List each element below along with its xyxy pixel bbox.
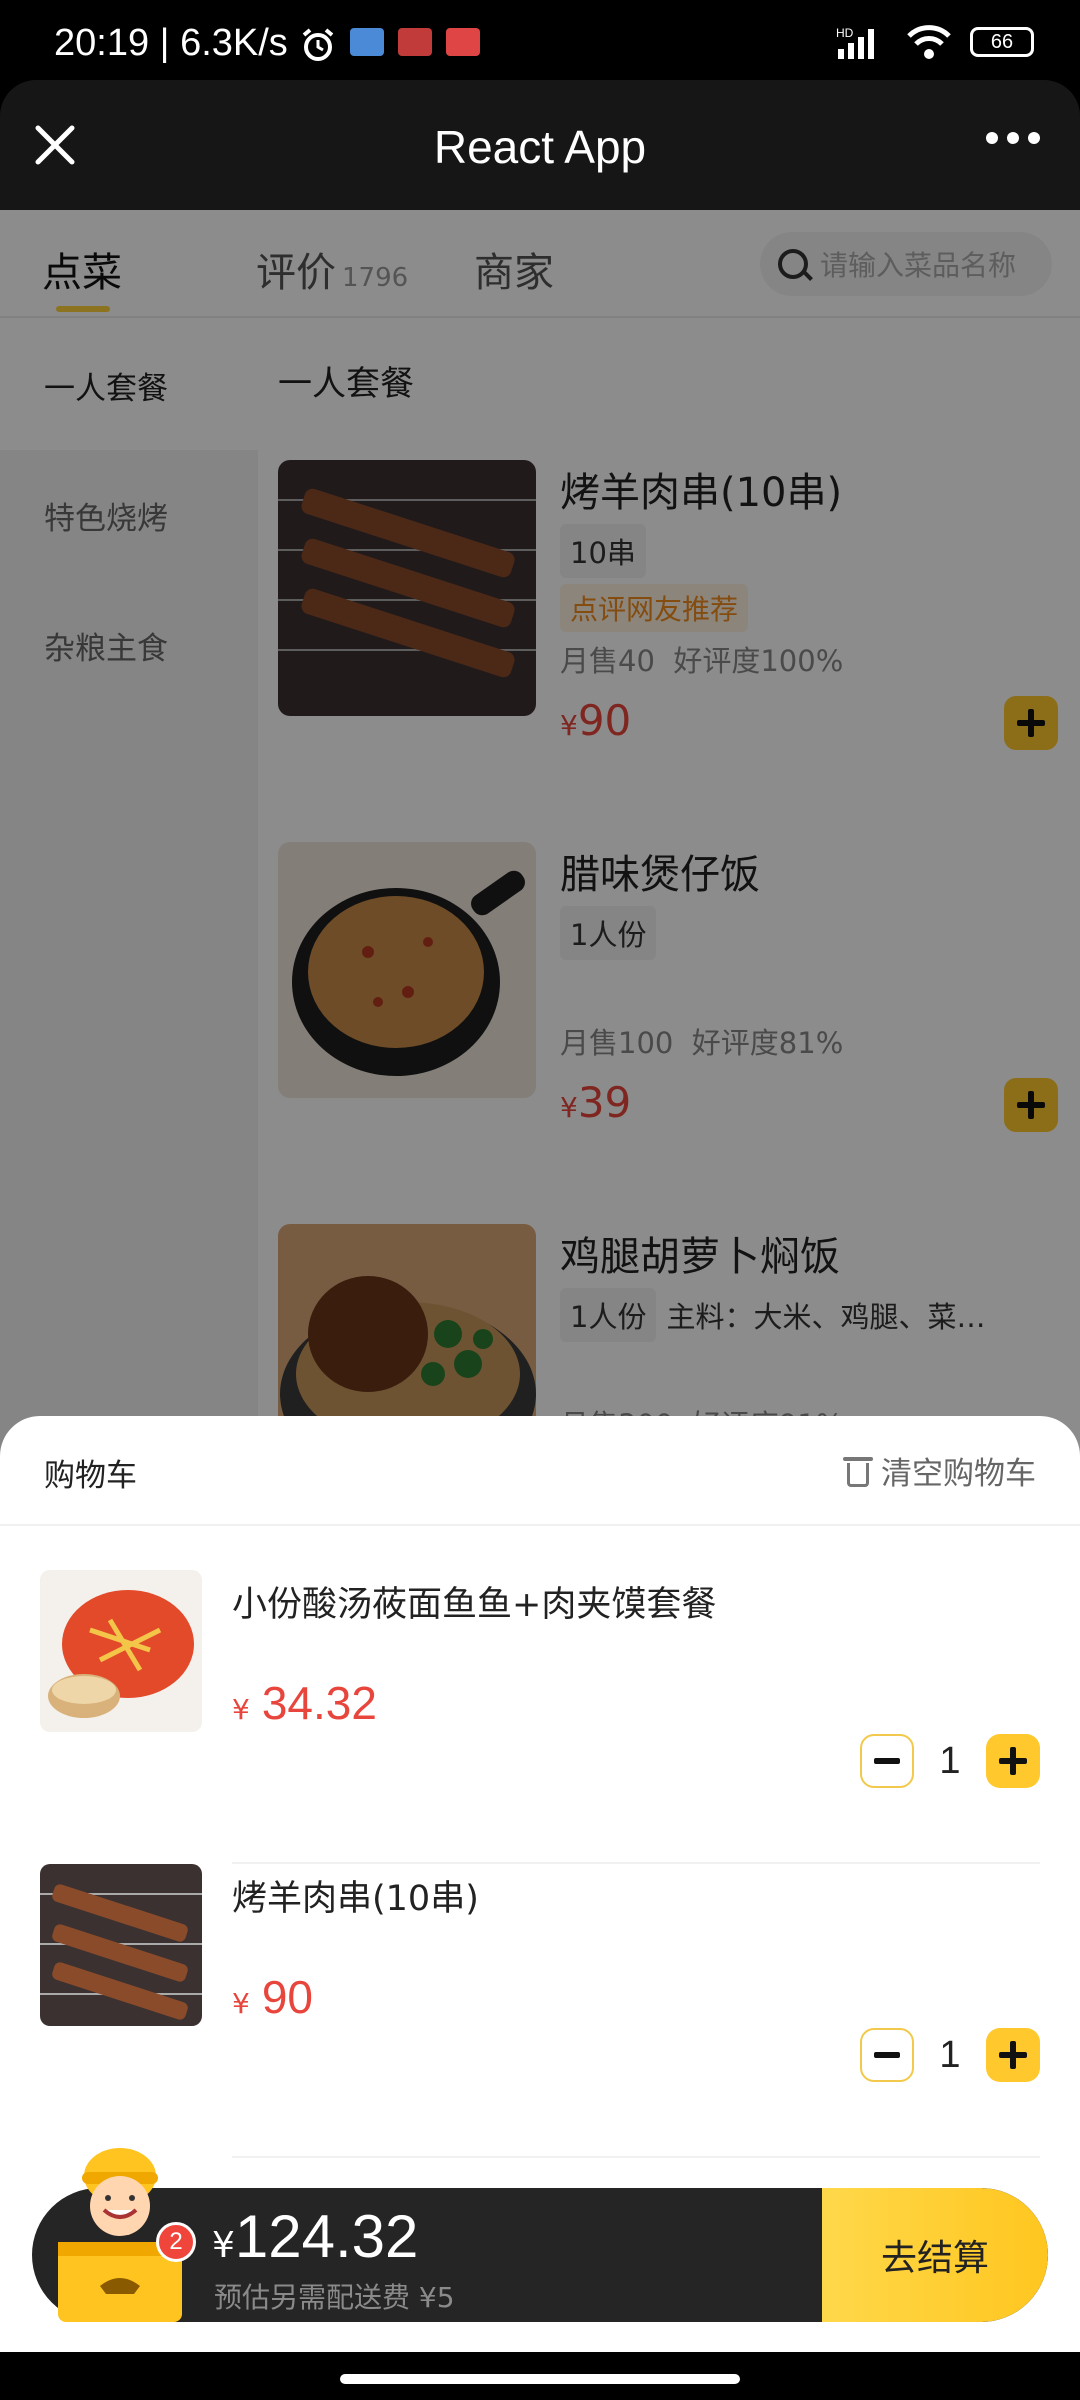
quantity-value: 1: [939, 1739, 961, 1782]
wifi-icon: [907, 25, 951, 59]
trash-icon: [843, 1455, 873, 1487]
cart-item-photo: [40, 1570, 202, 1732]
toutiao-notification-icon: [446, 28, 480, 56]
app-notification-icon: [350, 28, 384, 56]
alarm-icon: [302, 28, 334, 61]
cart-item-photo: [40, 1864, 202, 2026]
signal-hd-label: HD: [836, 26, 854, 40]
decrease-button[interactable]: [860, 2028, 914, 2082]
page-title: React App: [433, 121, 647, 173]
plus-icon: [999, 2041, 1027, 2069]
cell-signal-icon: HD: [836, 26, 874, 59]
cart-item: 烤羊肉串(10串) ¥90 1: [40, 1864, 1040, 2158]
cart-item-name: 小份酸汤莜面鱼鱼+肉夹馍套餐: [232, 1585, 717, 1625]
home-indicator[interactable]: [340, 2374, 740, 2384]
quantity-stepper: 1: [860, 2028, 1040, 2082]
status-time: 20:19 | 6.3K/s: [54, 22, 288, 64]
more-icon[interactable]: [986, 132, 1040, 144]
status-bar: 20:19 | 6.3K/s HD 66: [0, 0, 1080, 80]
cart-count-badge: 2: [156, 2222, 196, 2262]
cart-total: ¥124.32: [212, 2203, 419, 2270]
cart-item-price: ¥34.32: [232, 1677, 377, 1729]
minus-icon: [874, 2052, 900, 2058]
webview-titlebar: React App: [0, 80, 1080, 210]
clear-cart-button[interactable]: 清空购物车: [843, 1448, 1036, 1493]
quantity-stepper: 1: [860, 1734, 1040, 1788]
battery-icon: 66: [970, 27, 1034, 57]
cart-item-name: 烤羊肉串(10串): [232, 1879, 479, 1919]
news-notification-icon: [398, 28, 432, 56]
checkout-button[interactable]: 去结算: [822, 2188, 1048, 2322]
divider: [232, 2156, 1040, 2158]
cart-title: 购物车: [44, 1458, 137, 1494]
increase-button[interactable]: [986, 2028, 1040, 2082]
plus-icon: [999, 1747, 1027, 1775]
notification-icons: [300, 28, 480, 62]
cart-item: 小份酸汤莜面鱼鱼+肉夹馍套餐 ¥34.32 1: [40, 1570, 1040, 1864]
quantity-value: 1: [939, 2033, 961, 2076]
delivery-fee-note: 预估另需配送费 ¥5: [214, 2281, 455, 2314]
cart-header: 购物车 清空购物车: [0, 1416, 1080, 1526]
increase-button[interactable]: [986, 1734, 1040, 1788]
minus-icon: [874, 1758, 900, 1764]
decrease-button[interactable]: [860, 1734, 914, 1788]
cart-item-price: ¥90: [232, 1971, 313, 2023]
clear-cart-label: 清空购物车: [881, 1456, 1036, 1492]
